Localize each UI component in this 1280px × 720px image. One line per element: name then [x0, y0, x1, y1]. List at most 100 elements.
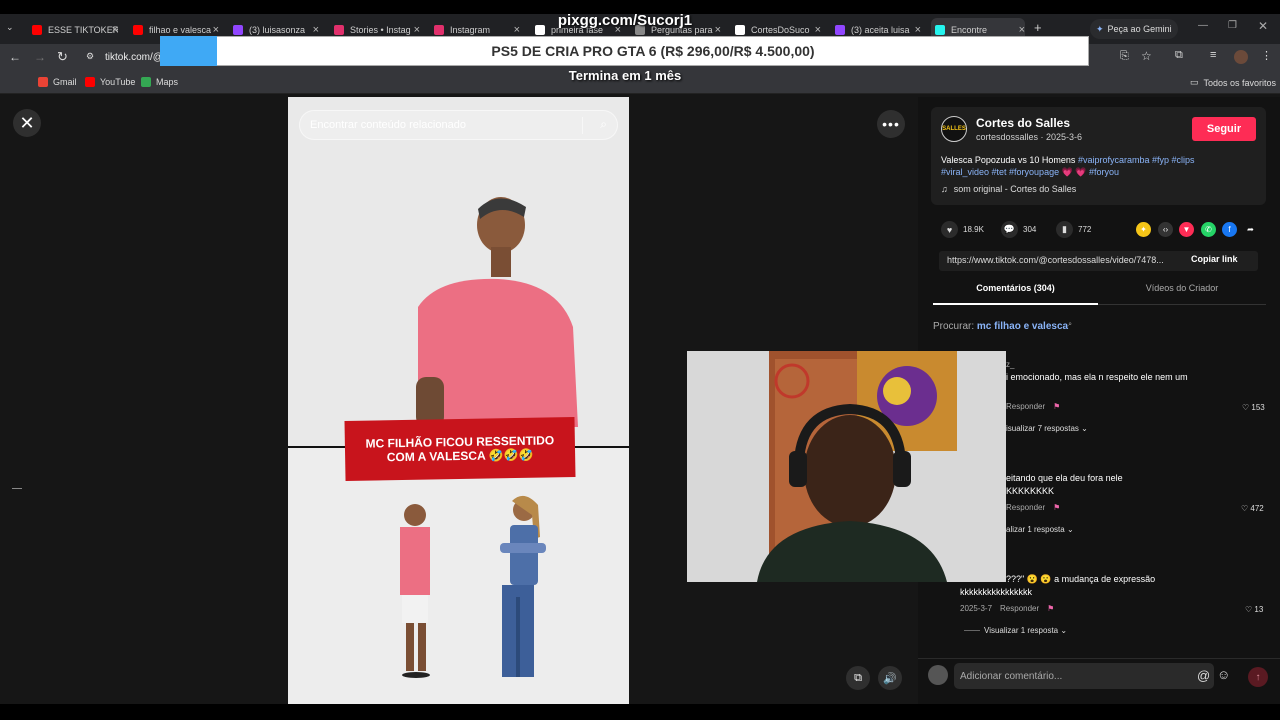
video-link[interactable]: https://www.tiktok.com/@cortesdossalles/…	[947, 255, 1164, 265]
tab-list-button[interactable]: ⌄	[6, 22, 20, 36]
view-replies-label: isualizar 7 respostas	[1006, 424, 1079, 433]
bookmark-youtube[interactable]: YouTube	[85, 77, 135, 87]
close-tab-icon[interactable]: ×	[414, 24, 420, 36]
url-field[interactable]: tiktok.com/@	[105, 52, 163, 63]
caption-line: COM A VALESCA 🤣🤣🤣	[386, 447, 534, 465]
follow-button[interactable]: Seguir	[1192, 117, 1256, 141]
bookmark-label: YouTube	[100, 77, 136, 87]
heart-icon[interactable]: ♥	[941, 221, 958, 238]
forward-icon[interactable]: →	[34, 50, 46, 64]
close-tab-icon[interactable]: ×	[815, 24, 821, 36]
close-tab-icon[interactable]: ×	[313, 24, 319, 36]
like-count: 153	[1251, 403, 1265, 412]
reload-icon[interactable]: ↻	[57, 49, 68, 65]
tab-comments[interactable]: Comentários (304)	[933, 283, 1098, 305]
copy-link-button[interactable]: Copiar link	[1191, 254, 1238, 264]
install-app-icon[interactable]: ⎘	[1120, 50, 1129, 63]
extensions-icon[interactable]: ⧉	[1175, 49, 1183, 62]
comment-icon[interactable]: 💬	[1001, 221, 1018, 238]
music-label: som original - Cortes do Salles	[953, 184, 1077, 194]
instagram-icon	[434, 25, 444, 35]
youtube-icon	[85, 77, 95, 87]
search-suggestion[interactable]: Procurar: mc filhao e valesca⌕	[933, 321, 1072, 332]
heart-outline-icon: ♡	[1245, 605, 1253, 614]
hashtags[interactable]: #foryou	[1089, 167, 1119, 177]
share-icon[interactable]: ➦	[1243, 222, 1258, 237]
goal-banner-text: PS5 DE CRIA PRO GTA 6 (R$ 296,00/R$ 4.50…	[491, 43, 815, 59]
comment-text: KKKKKKKK	[1006, 486, 1055, 496]
repost-icon[interactable]: ✦	[1136, 222, 1151, 237]
comment-username[interactable]: z_	[1006, 358, 1014, 371]
bookmark-star-icon[interactable]: ☆	[1141, 49, 1152, 63]
creator-avatar[interactable]: SALLES	[941, 116, 967, 142]
site-info-icon[interactable]: ⚙	[86, 51, 94, 62]
gemini-label: Peça ao Gemini	[1107, 24, 1172, 34]
reply-button[interactable]: Responder	[1006, 402, 1045, 411]
x-icon	[735, 25, 745, 35]
close-tab-icon[interactable]: ×	[112, 24, 118, 36]
reply-button[interactable]: Responder	[1000, 604, 1039, 613]
browser-tab[interactable]: ESSE TIKTOKER ×	[32, 18, 118, 42]
bookmark-icon[interactable]: ▮	[1056, 221, 1073, 238]
search-query[interactable]: mc filhao e valesca	[977, 321, 1068, 332]
like-count: 13	[1254, 605, 1264, 614]
comment-likes[interactable]: ♡ 13	[1245, 605, 1263, 614]
tab-label: Instagram	[450, 25, 491, 35]
picture-in-picture-icon[interactable]: ⧉	[846, 666, 870, 690]
music-info[interactable]: ♫ som original - Cortes do Salles	[941, 184, 1076, 194]
close-tab-icon[interactable]: ×	[213, 24, 219, 36]
comment-text: kkkkkkkkkkkkkkkk	[960, 587, 1032, 597]
close-tab-icon[interactable]: ×	[915, 24, 921, 36]
close-icon[interactable]: ✕	[13, 109, 41, 137]
comment-text: i emocionado, mas ela n respeito ele nem…	[1006, 372, 1188, 382]
save-stat[interactable]: ▮ 772	[1056, 221, 1091, 238]
maps-icon	[141, 77, 151, 87]
tab-creator-videos[interactable]: Vídeos do Criador	[1098, 283, 1266, 305]
gemini-button[interactable]: ✦ Peça ao Gemini	[1090, 19, 1178, 39]
bookmark-gmail[interactable]: Gmail	[38, 77, 77, 87]
media-control-icon[interactable]: ≡	[1210, 49, 1216, 61]
facebook-icon[interactable]: f	[1222, 222, 1237, 237]
creator-name[interactable]: Cortes do Salles	[976, 116, 1070, 130]
more-options-icon[interactable]: •••	[877, 110, 905, 138]
user-avatar	[928, 665, 948, 685]
bookmark-maps[interactable]: Maps	[141, 77, 178, 87]
hashtags[interactable]: #viral_video #tet #foryoupage	[941, 167, 1059, 177]
all-bookmarks[interactable]: ▭ Todos os favoritos	[1190, 77, 1276, 88]
search-icon[interactable]: ⌕	[600, 117, 607, 132]
comment-count: 304	[1023, 225, 1037, 234]
send-to-friends-icon[interactable]: ▼	[1179, 222, 1194, 237]
embed-icon[interactable]: ‹›	[1158, 222, 1173, 237]
comment-input[interactable]	[954, 663, 1214, 689]
whatsapp-icon[interactable]: ✆	[1201, 222, 1216, 237]
back-icon[interactable]: ←	[9, 50, 21, 64]
video-player[interactable]	[288, 97, 629, 704]
menu-icon[interactable]: ⋮	[1261, 49, 1272, 62]
comment-stat[interactable]: 💬 304	[1001, 221, 1036, 238]
view-replies[interactable]: Visualizar 1 resposta ⌄	[964, 626, 1067, 635]
restore-icon[interactable]: ❐	[1228, 20, 1237, 31]
bookmark-label: Gmail	[53, 77, 77, 87]
close-window-icon[interactable]: ✕	[1258, 19, 1268, 33]
volume-icon[interactable]: 🔊	[878, 666, 902, 690]
emoji-icon[interactable]: ☺	[1217, 667, 1230, 682]
profile-avatar[interactable]	[1234, 50, 1248, 64]
send-comment-icon[interactable]: ↑	[1248, 667, 1268, 687]
view-replies[interactable]: isualizar 7 respostas ⌄	[1006, 424, 1088, 433]
chevron-down-icon: ⌄	[1081, 424, 1088, 433]
new-tab-button[interactable]: +	[1034, 20, 1042, 35]
mention-icon[interactable]: @	[1197, 668, 1210, 683]
minimize-icon[interactable]: —	[1198, 20, 1208, 31]
side-marker	[12, 488, 22, 489]
related-search-field[interactable]: Encontrar conteúdo relacionado ⌕	[299, 110, 618, 140]
close-tab-icon[interactable]: ×	[1019, 24, 1025, 36]
comment-likes[interactable]: ♡ 153	[1242, 403, 1265, 412]
view-replies[interactable]: alizar 1 resposta ⌄	[1006, 525, 1074, 534]
search-divider	[582, 117, 583, 134]
like-stat[interactable]: ♥ 18.9K	[941, 221, 984, 238]
hashtags[interactable]: #vaiprofycaramba #fyp #clips	[1078, 155, 1195, 165]
reply-button[interactable]: Responder	[1006, 503, 1045, 512]
bottom-strip	[0, 704, 1280, 720]
comment-likes[interactable]: ♡ 472	[1241, 504, 1264, 513]
search-icon: ⌕	[1068, 321, 1072, 328]
